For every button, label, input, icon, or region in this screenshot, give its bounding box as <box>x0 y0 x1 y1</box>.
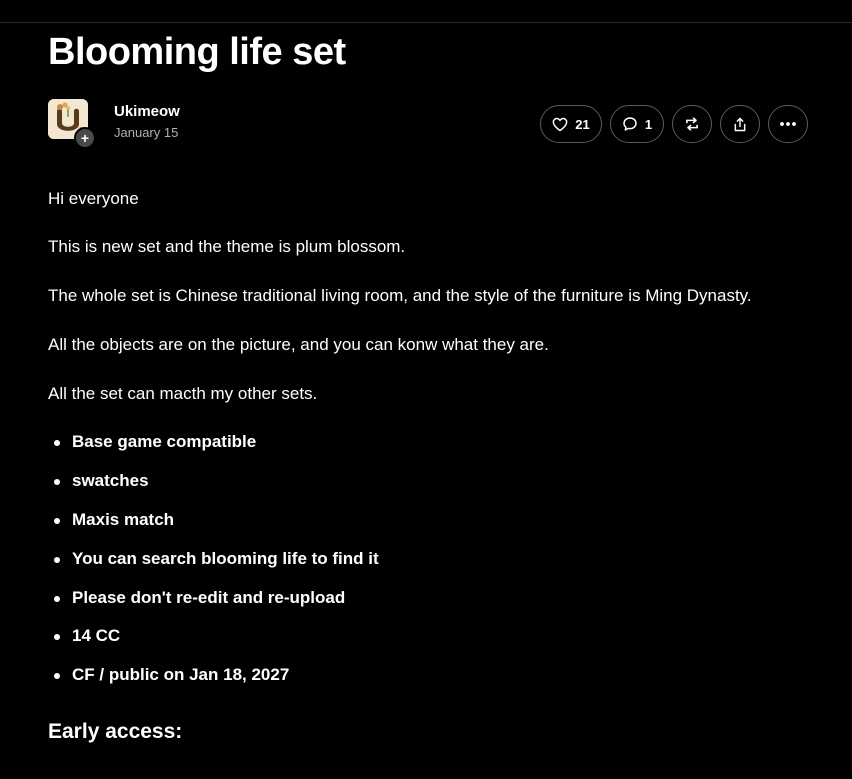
list-item: CF / public on Jan 18, 2027 <box>72 665 290 684</box>
list-item: 14 CC <box>72 626 121 645</box>
follow-plus-icon[interactable]: + <box>74 127 96 149</box>
reply-count: 1 <box>644 116 653 132</box>
list-item: You can search blooming life to find it <box>72 549 379 568</box>
list-item: Please don't re-edit and re-upload <box>72 588 346 607</box>
bullet-dot <box>54 518 60 524</box>
list-item: Base game compatible <box>72 432 257 451</box>
section-heading: Early access: <box>48 720 183 743</box>
post-paragraph: All the set can macth my other sets. <box>48 384 318 403</box>
like-button[interactable]: 21 <box>540 105 602 143</box>
list-item: swatches <box>72 471 149 490</box>
bullet-dot <box>54 479 60 485</box>
like-count: 21 <box>575 116 590 132</box>
share-button[interactable] <box>720 105 760 143</box>
more-options-button[interactable] <box>768 105 808 143</box>
post-paragraph: Hi everyone <box>48 189 139 208</box>
share-icon <box>734 117 746 131</box>
author-name[interactable]: Ukimeow <box>114 103 180 120</box>
author-avatar-area[interactable]: + <box>48 99 96 149</box>
bullet-dot <box>54 673 60 679</box>
reblog-button[interactable] <box>672 105 712 143</box>
heart-icon <box>552 117 568 131</box>
list-item: Maxis match <box>72 510 175 529</box>
post-date: January 15 <box>114 125 179 140</box>
reply-icon <box>623 117 637 131</box>
bullet-dot <box>54 440 60 446</box>
post-paragraph: All the objects are on the picture, and … <box>48 335 549 354</box>
bullet-dot <box>54 557 60 563</box>
more-icon <box>780 122 796 126</box>
bullet-dot <box>54 634 60 640</box>
reblog-icon <box>686 117 698 131</box>
top-divider <box>0 22 852 23</box>
post-paragraph: The whole set is Chinese traditional liv… <box>48 286 752 305</box>
post-title: Blooming life set <box>48 31 346 73</box>
reply-button[interactable]: 1 <box>610 105 664 143</box>
post-paragraph: This is new set and the theme is plum bl… <box>48 237 406 256</box>
bullet-dot <box>54 596 60 602</box>
